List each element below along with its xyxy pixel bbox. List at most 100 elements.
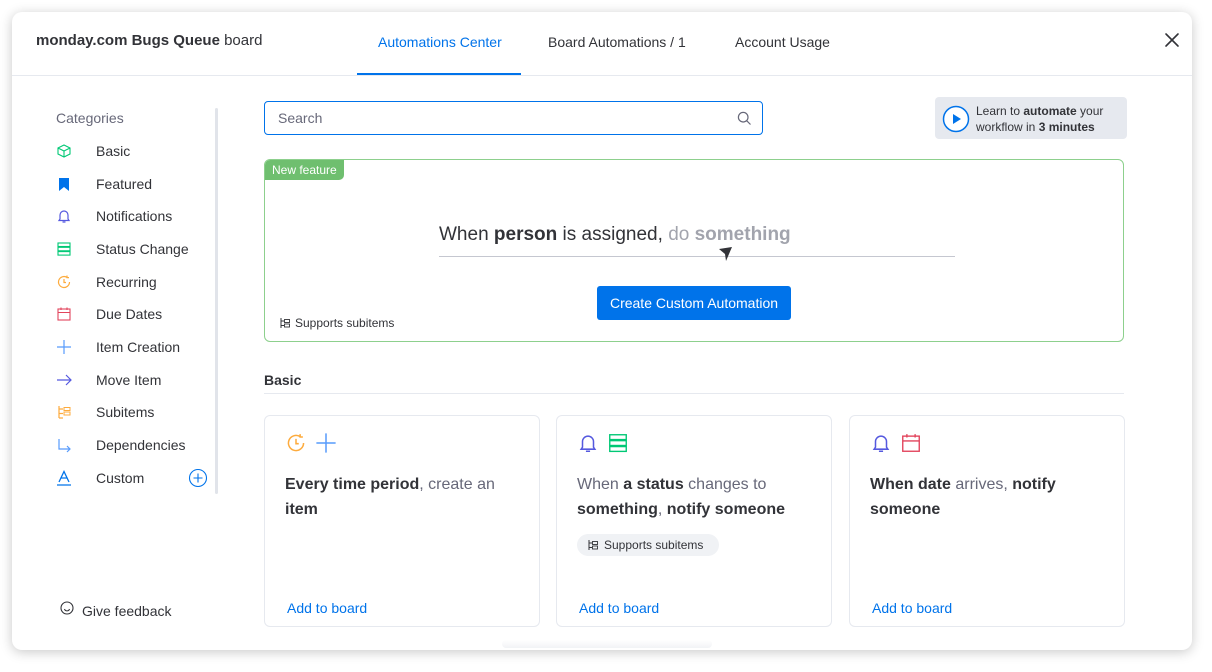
automations-modal: monday.com Bugs Queue board Automations … (12, 12, 1192, 650)
learn-text: Learn to automate your workflow in 3 min… (976, 103, 1103, 135)
add-category-icon[interactable] (188, 468, 208, 488)
card-text-bold: item (285, 501, 318, 518)
learn-line2: workflow in (976, 120, 1039, 134)
recurring-icon (56, 274, 72, 290)
status-icon (56, 241, 72, 257)
card-text: , create an (419, 476, 495, 493)
learn-automation-video[interactable]: Learn to automate your workflow in 3 min… (935, 97, 1127, 139)
automation-sentence: When person is assigned, do something (439, 224, 791, 246)
supports-subitems-pill: Supports subitems (577, 534, 720, 556)
dependency-icon (56, 437, 72, 453)
sidebar-scrollbar[interactable] (215, 108, 218, 494)
card-text-bold: notify someone (666, 501, 786, 518)
search-input[interactable] (278, 110, 718, 126)
card-icons (577, 432, 629, 459)
learn-mid: your (1076, 104, 1104, 118)
learn-duration: 3 minutes (1038, 120, 1095, 134)
sentence-something: something (694, 224, 791, 245)
categories-title: Categories (56, 110, 124, 126)
sidebar-item-due-dates[interactable]: Due Dates (56, 302, 216, 326)
cube-icon (56, 143, 72, 159)
feedback-label: Give feedback (82, 602, 172, 619)
sentence-person: person (493, 224, 558, 245)
create-custom-automation-button[interactable]: Create Custom Automation (597, 286, 791, 320)
learn-bold: automate (1023, 104, 1077, 118)
subitems-icon (587, 539, 599, 551)
automation-card[interactable]: When a status changes to something, noti… (556, 415, 832, 627)
section-divider (264, 393, 1124, 394)
plus-icon (56, 339, 72, 355)
card-text-bold: When date (870, 476, 951, 493)
card-description: Every time period, create an item (285, 472, 525, 522)
sidebar-item-recurring[interactable]: Recurring (56, 270, 216, 294)
sentence-do: do (668, 224, 695, 245)
tab-board-automations[interactable]: Board Automations / 1 (548, 34, 686, 50)
add-to-board-link[interactable]: Add to board (579, 600, 659, 616)
bell-icon (577, 432, 599, 459)
card-text: changes to (683, 476, 767, 493)
play-icon (942, 105, 970, 138)
search-box (264, 101, 763, 135)
search-icon[interactable] (737, 111, 752, 131)
sidebar-item-move-item[interactable]: Move Item (56, 368, 216, 392)
card-text: , (657, 501, 667, 518)
sidebar-item-label: Dependencies (96, 437, 186, 453)
card-description: When date arrives, notify someone (870, 472, 1110, 522)
recurring-icon (285, 432, 307, 459)
board-title: monday.com Bugs Queue board (36, 32, 262, 49)
card-icons (285, 432, 337, 459)
subitems-icon (56, 404, 72, 420)
modal-header: monday.com Bugs Queue board Automations … (12, 12, 1192, 76)
tab-account-usage[interactable]: Account Usage (735, 34, 830, 50)
give-feedback-link[interactable]: Give feedback (60, 601, 172, 620)
sentence-when: When (439, 224, 494, 245)
custom-text-icon (56, 470, 72, 486)
sidebar-item-label: Basic (96, 143, 131, 159)
sidebar-item-label: Notifications (96, 208, 173, 224)
sidebar-item-featured[interactable]: Featured (56, 172, 216, 196)
sidebar-item-label: Status Change (96, 241, 189, 257)
sidebar-item-label: Item Creation (96, 339, 181, 355)
sidebar-item-label: Custom (96, 470, 145, 486)
sidebar-item-label: Subitems (96, 404, 155, 420)
scroll-fade (502, 640, 712, 648)
card-text-bold: a status (623, 476, 684, 493)
sidebar-item-notifications[interactable]: Notifications (56, 204, 216, 228)
card-icons (870, 432, 922, 459)
board-suffix: board (224, 32, 263, 49)
custom-automation-feature: New feature When person is assigned, do … (264, 159, 1124, 342)
sidebar-item-subitems[interactable]: Subitems (56, 400, 216, 424)
sidebar-item-dependencies[interactable]: Dependencies (56, 433, 216, 457)
card-text: arrives, (950, 476, 1013, 493)
section-title: Basic (264, 372, 302, 388)
card-text-bold: Every time period (285, 476, 420, 493)
plus-icon (315, 432, 337, 459)
card-text-bold: something (577, 501, 658, 518)
sidebar-item-label: Due Dates (96, 306, 163, 322)
sidebar-item-item-creation[interactable]: Item Creation (56, 335, 216, 359)
learn-pre: Learn to (976, 104, 1024, 118)
sidebar-item-status-change[interactable]: Status Change (56, 237, 216, 261)
sidebar-item-label: Featured (96, 176, 153, 192)
calendar-icon (900, 432, 922, 459)
bell-icon (870, 432, 892, 459)
arrow-right-icon (56, 372, 72, 388)
supports-label: Supports subitems (295, 316, 395, 330)
close-icon[interactable] (1162, 30, 1182, 50)
automation-card[interactable]: Every time period, create an item Add to… (264, 415, 540, 627)
card-description: When a status changes to something, noti… (577, 472, 817, 522)
status-icon (607, 432, 629, 459)
board-name: monday.com Bugs Queue (36, 32, 220, 49)
bookmark-icon (56, 176, 72, 192)
pill-label: Supports subitems (604, 538, 704, 552)
sentence-assigned: is assigned, (557, 224, 669, 245)
calendar-icon (56, 306, 72, 322)
subitems-icon (279, 317, 291, 329)
add-to-board-link[interactable]: Add to board (287, 600, 367, 616)
sidebar-item-basic[interactable]: Basic (56, 139, 216, 163)
supports-subitems: Supports subitems (279, 316, 394, 330)
add-to-board-link[interactable]: Add to board (872, 600, 952, 616)
tab-automations-center[interactable]: Automations Center (378, 34, 502, 50)
automation-card[interactable]: When date arrives, notify someone Add to… (849, 415, 1125, 627)
feedback-icon (60, 601, 74, 620)
